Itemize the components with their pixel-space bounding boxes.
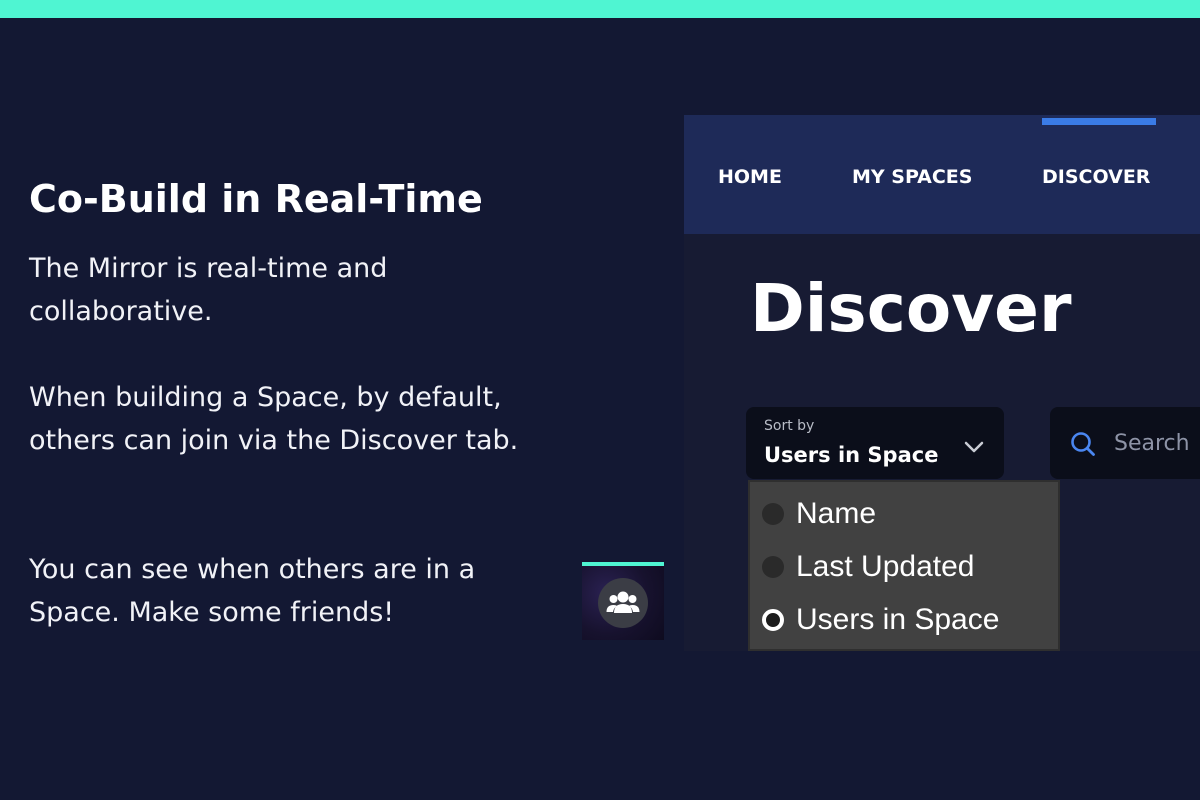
nav-tab-my-spaces[interactable]: MY SPACES [852,165,972,189]
slide-heading: Co-Build in Real-Time [29,177,483,221]
nav-tab-discover[interactable]: DISCOVER [1042,165,1150,189]
chevron-down-icon[interactable] [964,441,984,453]
users-group-icon [598,578,648,628]
space-thumbnail [582,562,664,640]
active-tab-indicator [1042,118,1156,125]
radio-unselected-icon[interactable] [762,556,784,578]
sort-option-label: Name [796,497,877,530]
sort-option-name[interactable]: Name [760,494,1050,534]
radio-unselected-icon[interactable] [762,503,784,525]
sort-option-label: Last Updated [796,550,975,583]
sort-options-menu: Name Last Updated Users in Space [748,480,1060,651]
search-box[interactable] [1050,407,1200,479]
thumbnail-accent-line [582,562,664,566]
sort-option-last-updated[interactable]: Last Updated [760,547,1050,587]
sort-by-value: Users in Space [764,443,939,467]
sort-option-users-in-space[interactable]: Users in Space [760,600,1050,640]
app-screenshot: HOME MY SPACES DISCOVER Discover Sort by… [684,115,1200,651]
nav-tab-home[interactable]: HOME [718,165,782,189]
sort-by-label: Sort by [764,418,815,434]
page-title: Discover [750,270,1072,347]
search-input[interactable] [1114,427,1200,459]
sort-option-label: Users in Space [796,603,1000,636]
slide-paragraph-3: You can see when others are in a Space. … [29,554,476,628]
slide-paragraph-2: When building a Space, by default, other… [29,382,519,456]
top-accent-bar [0,0,1200,18]
top-navigation: HOME MY SPACES DISCOVER [684,115,1200,234]
slide-paragraph-1: The Mirror is real-time and collaborativ… [29,253,388,327]
search-icon [1071,432,1095,456]
radio-selected-icon[interactable] [762,609,784,631]
